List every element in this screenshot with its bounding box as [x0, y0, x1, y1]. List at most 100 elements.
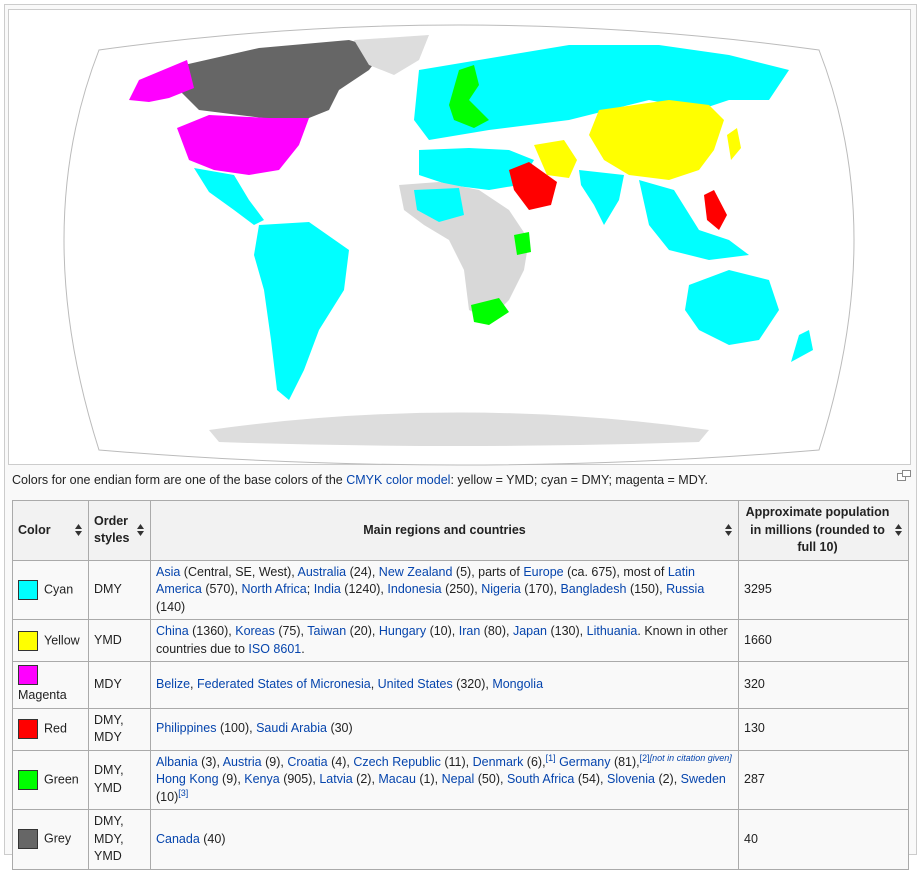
population-cell: 130	[738, 707, 909, 751]
color-swatch	[18, 665, 38, 685]
text: (170),	[520, 582, 561, 596]
link-belize[interactable]: Belize	[156, 677, 190, 691]
order-cell: DMY, MDY	[88, 707, 151, 751]
link-indonesia[interactable]: Indonesia	[387, 582, 441, 596]
link-iso-8601[interactable]: ISO 8601	[248, 642, 301, 656]
text: (100),	[216, 721, 257, 736]
cmyk-link[interactable]: CMYK color model	[346, 473, 450, 487]
link-koreas[interactable]: Koreas	[235, 624, 275, 638]
sort-icon[interactable]	[895, 524, 902, 537]
date-format-table: Color Order styles Main regions and coun…	[12, 500, 909, 870]
text: (3),	[197, 754, 223, 769]
text: (75),	[274, 624, 308, 638]
header-regions[interactable]: Main regions and countries	[150, 500, 739, 561]
not-in-citation-note[interactable]: [not in citation given]	[650, 752, 732, 762]
link-micronesia[interactable]: Federated States of Micronesia	[197, 677, 371, 691]
text: (11),	[440, 754, 473, 769]
table-row: Grey DMY, MDY, YMD Canada (40) 40	[12, 809, 909, 870]
text: (150),	[626, 582, 667, 596]
link-sweden[interactable]: Sweden	[681, 772, 726, 786]
sort-icon[interactable]	[137, 524, 144, 537]
color-label: Grey	[44, 831, 72, 846]
text: (905),	[279, 772, 320, 786]
citation-3[interactable]: [3]	[178, 787, 188, 797]
order-cell: MDY	[88, 661, 151, 709]
header-color[interactable]: Color	[12, 500, 89, 561]
enlarge-icon[interactable]	[897, 470, 911, 481]
link-germany[interactable]: Germany	[559, 755, 610, 769]
citation-1[interactable]: [1]	[546, 752, 556, 762]
order-cell: DMY, YMD	[88, 749, 151, 810]
text: (320),	[452, 677, 493, 691]
text: (5), parts of	[452, 564, 524, 579]
color-label: Yellow	[44, 632, 80, 647]
text: (1360),	[188, 624, 236, 638]
link-lithuania[interactable]: Lithuania	[587, 624, 638, 638]
link-taiwan[interactable]: Taiwan	[307, 624, 346, 638]
color-swatch	[18, 579, 38, 600]
link-nigeria[interactable]: Nigeria	[481, 582, 521, 596]
text: .	[301, 641, 305, 656]
link-denmark[interactable]: Denmark	[473, 755, 524, 769]
link-canada[interactable]: Canada	[156, 832, 200, 846]
text: (10),	[426, 624, 459, 638]
sort-icon[interactable]	[75, 524, 82, 537]
color-label: Magenta	[18, 688, 67, 702]
text: (6),	[523, 754, 546, 769]
caption-text-after: : yellow = YMD; cyan = DMY; magenta = MD…	[450, 473, 708, 487]
text: ,	[190, 677, 197, 691]
sort-icon[interactable]	[725, 524, 732, 537]
text: (Central, SE, West),	[180, 564, 298, 579]
color-cell: Green	[12, 749, 89, 810]
world-map[interactable]	[8, 9, 911, 466]
region-kenya[interactable]	[514, 232, 531, 255]
color-swatch	[18, 769, 38, 790]
link-united-states[interactable]: United States	[378, 677, 453, 691]
population-cell: 320	[738, 661, 909, 709]
citation-2[interactable]: [2]	[640, 752, 650, 762]
table-row: Magenta MDY Belize, Federated States of …	[12, 661, 909, 709]
regions-cell: Canada (40)	[150, 809, 739, 870]
population-cell: 3295	[738, 559, 909, 620]
link-mongolia[interactable]: Mongolia	[492, 677, 543, 691]
text: (10)	[156, 789, 179, 804]
link-philippines[interactable]: Philippines	[156, 721, 216, 735]
text: (250),	[441, 582, 482, 596]
text: (ca. 675), most of	[563, 564, 668, 579]
link-austria[interactable]: Austria	[223, 755, 262, 769]
link-iran[interactable]: Iran	[459, 624, 481, 638]
color-swatch	[18, 829, 38, 850]
link-latvia[interactable]: Latvia	[319, 772, 352, 786]
link-croatia[interactable]: Croatia	[287, 755, 327, 769]
color-swatch	[18, 630, 38, 651]
link-czech-republic[interactable]: Czech Republic	[353, 755, 441, 769]
header-order-styles[interactable]: Order styles	[88, 500, 151, 561]
link-bangladesh[interactable]: Bangladesh	[560, 582, 626, 596]
link-india[interactable]: India	[314, 582, 341, 596]
link-new-zealand[interactable]: New Zealand	[379, 565, 453, 579]
link-asia[interactable]: Asia	[156, 565, 180, 579]
link-hungary[interactable]: Hungary	[379, 624, 426, 638]
link-macau[interactable]: Macau	[378, 772, 416, 786]
link-japan[interactable]: Japan	[513, 624, 547, 638]
link-albania[interactable]: Albania	[156, 755, 198, 769]
text: (24),	[346, 564, 379, 579]
link-slovenia[interactable]: Slovenia	[607, 772, 655, 786]
link-nepal[interactable]: Nepal	[442, 772, 475, 786]
link-russia[interactable]: Russia	[666, 582, 704, 596]
link-south-africa[interactable]: South Africa	[507, 772, 574, 786]
link-europe[interactable]: Europe	[523, 565, 563, 579]
link-north-africa[interactable]: North Africa	[241, 582, 306, 596]
link-hong-kong[interactable]: Hong Kong	[156, 772, 219, 786]
header-population[interactable]: Approximate population in millions (roun…	[738, 500, 909, 561]
link-kenya[interactable]: Kenya	[244, 772, 279, 786]
table-row: Cyan DMY Asia (Central, SE, West), Austr…	[12, 559, 909, 620]
regions-cell: Asia (Central, SE, West), Australia (24)…	[150, 559, 739, 620]
text: (130),	[547, 624, 587, 638]
text: (54),	[574, 772, 608, 786]
link-saudi-arabia[interactable]: Saudi Arabia	[256, 721, 327, 735]
link-china[interactable]: China	[156, 624, 189, 638]
color-swatch	[18, 719, 38, 739]
link-australia[interactable]: Australia	[298, 565, 347, 579]
text: ,	[370, 677, 378, 691]
